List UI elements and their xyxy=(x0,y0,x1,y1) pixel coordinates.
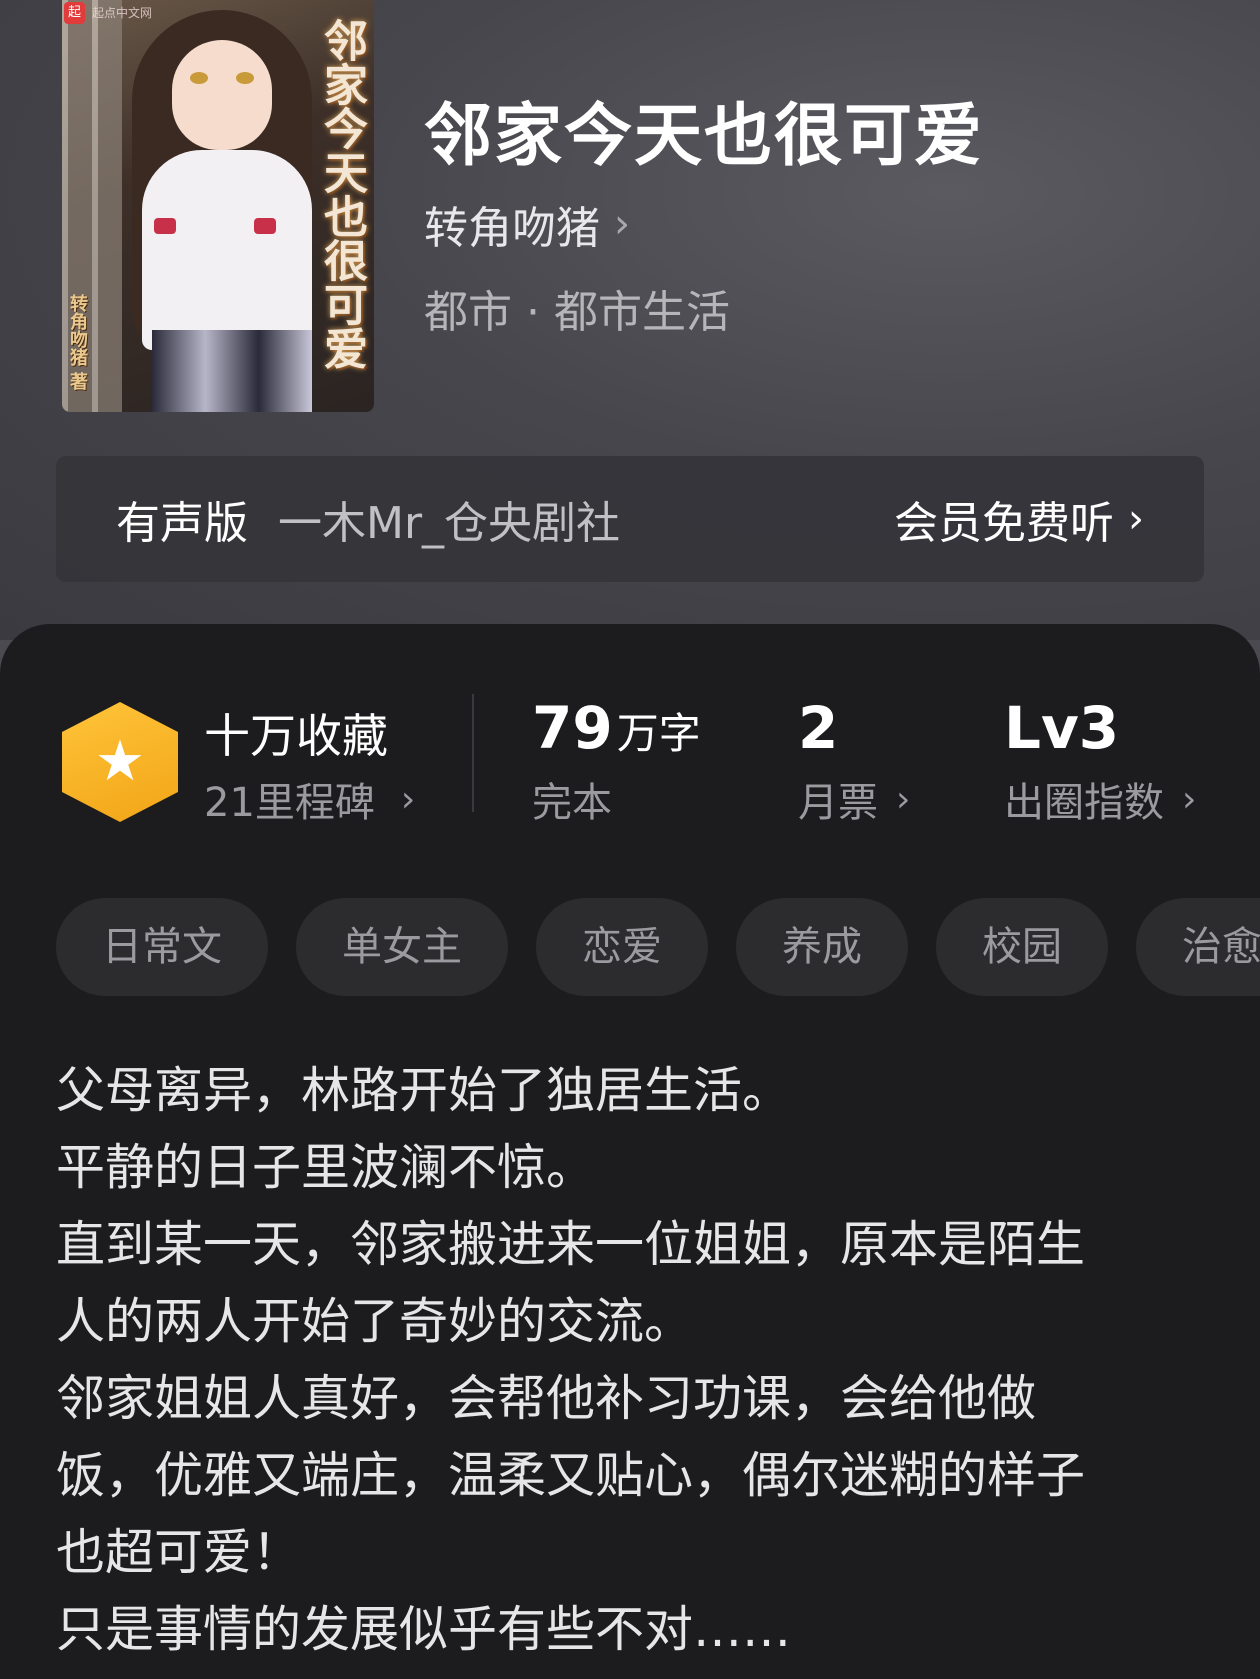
book-detail-panel: ★ 十万收藏 21里程碑 › 79万字 完本 2 月票 › Lv3 出圈指数 › xyxy=(0,624,1260,1679)
milestone-count: 21里程碑 xyxy=(204,780,375,826)
tag-chip[interactable]: 校园 xyxy=(936,898,1108,996)
stats-divider xyxy=(472,694,474,812)
cover-illustration-shirt xyxy=(142,150,312,350)
synopsis-line: 平静的日子里波澜不惊。 xyxy=(56,1139,596,1196)
audio-version-label: 有声版 xyxy=(116,498,248,549)
synopsis-line: 只是事情的发展似乎有些不对…… xyxy=(56,1601,792,1658)
synopsis-line: 直到某一天，邻家搬进来一位姐姐，原本是陌生 xyxy=(56,1216,1086,1273)
author-name: 转角吻猪 xyxy=(424,203,600,254)
breakout-index-value: Lv3 xyxy=(1004,694,1120,762)
book-genre: 都市 · 都市生活 xyxy=(424,287,730,338)
cover-illustration-face xyxy=(172,40,272,150)
cover-title-text: 邻家今天也很可爱 xyxy=(316,18,367,370)
milestone-link[interactable]: 21里程碑 › xyxy=(204,770,415,828)
synopsis-line: 父母离异，林路开始了独居生活。 xyxy=(56,1062,792,1119)
tag-chip[interactable]: 日常文 xyxy=(56,898,268,996)
monthly-ticket-value: 2 xyxy=(798,694,839,762)
tag-list: 日常文 单女主 恋爱 养成 校园 治愈 xyxy=(56,898,1260,996)
star-icon: ★ xyxy=(94,729,146,794)
tag-chip[interactable]: 养成 xyxy=(736,898,908,996)
chevron-right-icon: › xyxy=(614,201,630,247)
tag-chip[interactable]: 单女主 xyxy=(296,898,508,996)
cover-illustration-bow xyxy=(254,218,276,234)
synopsis-line: 饭，优雅又端庄，温柔又贴心，偶尔迷糊的样子 xyxy=(56,1447,1086,1504)
book-title: 邻家今天也很可爱 xyxy=(424,96,985,176)
word-count-number: 79 xyxy=(532,694,613,762)
chevron-right-icon: › xyxy=(896,778,911,820)
synopsis-line: 也超可爱！ xyxy=(56,1524,302,1581)
completion-status: 完本 xyxy=(532,780,612,826)
word-count-unit: 万字 xyxy=(616,709,701,758)
cover-illustration-eye xyxy=(236,72,254,84)
word-count-value: 79万字 xyxy=(532,694,701,762)
synopsis-line: 邻家姐姐人真好，会帮他补习功课，会给他做 xyxy=(56,1370,1037,1427)
milestone-title: 十万收藏 xyxy=(204,709,388,763)
stats-row: ★ 十万收藏 21里程碑 › 79万字 完本 2 月票 › Lv3 出圈指数 › xyxy=(0,624,1260,826)
cover-author-text: 转角吻猪 著 xyxy=(67,294,88,391)
breakout-index-label: 出圈指数 xyxy=(1004,780,1164,826)
chevron-right-icon: › xyxy=(1128,496,1144,542)
member-free-listen-label: 会员免费听 xyxy=(894,498,1114,549)
monthly-ticket-label: 月票 xyxy=(798,780,878,826)
breakout-index-stat[interactable]: Lv3 出圈指数 › xyxy=(1004,694,1196,828)
monthly-ticket-link[interactable]: 月票 › xyxy=(798,770,910,828)
cover-illustration-skirt xyxy=(152,330,312,412)
cover-illustration-eye xyxy=(190,72,208,84)
cover-illustration-bow xyxy=(154,218,176,234)
synopsis[interactable]: 父母离异，林路开始了独居生活。 平静的日子里波澜不惊。 直到某一天，邻家搬进来一… xyxy=(56,1052,1206,1668)
audio-narrator: 一木Mr_仓央剧社 xyxy=(278,498,621,549)
synopsis-line: 人的两人开始了奇妙的交流。 xyxy=(56,1293,694,1350)
author-link[interactable]: 转角吻猪 › xyxy=(424,192,630,256)
tag-chip[interactable]: 治愈 xyxy=(1136,898,1260,996)
word-count-stat: 79万字 完本 xyxy=(532,694,701,828)
tag-chip[interactable]: 恋爱 xyxy=(536,898,708,996)
chevron-right-icon: › xyxy=(1182,778,1197,820)
breakout-index-link[interactable]: 出圈指数 › xyxy=(1004,770,1196,828)
milestone-badge-icon[interactable]: ★ xyxy=(62,702,178,822)
monthly-ticket-stat[interactable]: 2 月票 › xyxy=(798,694,910,828)
cover-publisher-site: 起点中文网 xyxy=(92,6,153,20)
book-cover[interactable]: 起 起点中文网 邻家今天也很可爱 转角吻猪 著 xyxy=(62,0,374,412)
member-free-listen-button[interactable]: 会员免费听 › xyxy=(894,487,1144,551)
audio-version-bar[interactable]: 有声版 一木Mr_仓央剧社 会员免费听 › xyxy=(56,456,1204,582)
chevron-right-icon: › xyxy=(400,778,416,820)
cover-publisher-badge: 起 xyxy=(64,2,86,24)
